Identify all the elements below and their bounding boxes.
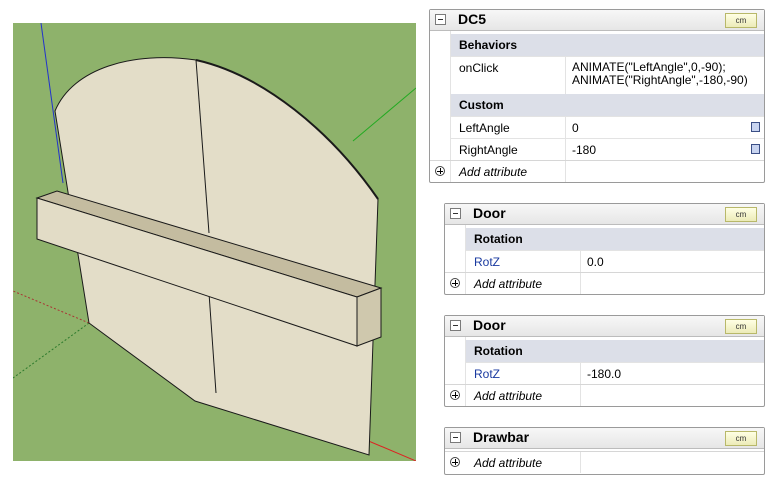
add-attribute-row[interactable]: Add attribute bbox=[445, 384, 764, 406]
add-attribute-label[interactable]: Add attribute bbox=[459, 165, 527, 179]
attribute-row-onclick[interactable]: onClick ANIMATE("LeftAngle",0,-90); ANIM… bbox=[451, 56, 764, 94]
component-title: DC5 bbox=[458, 11, 487, 27]
add-icon[interactable] bbox=[450, 390, 460, 400]
value-text: 0 bbox=[572, 121, 579, 135]
attribute-label: RotZ bbox=[474, 367, 501, 381]
add-attribute-label[interactable]: Add attribute bbox=[474, 277, 542, 291]
dc5-attribute-panel: DC5 cm Behaviors onClick ANIMATE("LeftAn… bbox=[429, 9, 765, 183]
green-axis bbox=[352, 87, 416, 142]
section-rotation: Rotation bbox=[466, 340, 764, 362]
collapse-toggle-icon[interactable] bbox=[435, 14, 446, 25]
collapse-toggle-icon[interactable] bbox=[450, 432, 461, 443]
drawbar-attribute-panel: Drawbar cm Add attribute bbox=[444, 427, 765, 475]
attribute-label: RightAngle bbox=[459, 143, 518, 157]
add-attribute-label[interactable]: Add attribute bbox=[474, 456, 542, 470]
dc5-header: DC5 cm bbox=[430, 10, 764, 31]
attribute-row-leftangle[interactable]: LeftAngle 0 bbox=[451, 116, 764, 138]
units-button[interactable]: cm bbox=[725, 207, 757, 222]
door-attribute-panel: Door cm Rotation RotZ 0.0 Add attribute bbox=[444, 203, 765, 295]
add-icon[interactable] bbox=[450, 457, 460, 467]
value-line: ANIMATE("RightAngle",-180,-90) bbox=[572, 73, 748, 87]
add-attribute-row[interactable]: Add attribute bbox=[445, 451, 764, 473]
column-divider bbox=[565, 161, 566, 182]
attribute-label: RotZ bbox=[474, 255, 501, 269]
collapse-toggle-icon[interactable] bbox=[450, 320, 461, 331]
units-button[interactable]: cm bbox=[725, 431, 757, 446]
component-title: Door bbox=[473, 205, 506, 221]
door-attribute-panel: Door cm Rotation RotZ -180.0 Add attribu… bbox=[444, 315, 765, 407]
green-axis-dotted bbox=[13, 322, 90, 379]
column-divider bbox=[580, 452, 581, 473]
column-divider bbox=[580, 385, 581, 406]
model-viewport[interactable] bbox=[13, 23, 416, 461]
add-attribute-row[interactable]: Add attribute bbox=[430, 160, 764, 182]
section-behaviors: Behaviors bbox=[451, 34, 764, 56]
attribute-label: onClick bbox=[459, 61, 499, 75]
attribute-value[interactable]: -180 bbox=[565, 139, 764, 160]
red-axis-dotted bbox=[13, 290, 90, 324]
attribute-row-rotz[interactable]: RotZ -180.0 bbox=[466, 362, 764, 384]
units-button[interactable]: cm bbox=[725, 319, 757, 334]
door-header: Door cm bbox=[445, 316, 764, 337]
value-text: -180 bbox=[572, 143, 597, 157]
collapse-toggle-icon[interactable] bbox=[450, 208, 461, 219]
drawbar-header: Drawbar cm bbox=[445, 428, 764, 449]
add-attribute-row[interactable]: Add attribute bbox=[445, 272, 764, 294]
attribute-value[interactable]: 0 bbox=[565, 117, 764, 138]
attribute-row-rightangle[interactable]: RightAngle -180 bbox=[451, 138, 764, 160]
section-rotation: Rotation bbox=[466, 228, 764, 250]
add-icon[interactable] bbox=[435, 166, 445, 176]
attribute-value[interactable]: ANIMATE("LeftAngle",0,-90); ANIMATE("Rig… bbox=[565, 57, 764, 94]
add-icon[interactable] bbox=[450, 278, 460, 288]
units-button[interactable]: cm bbox=[725, 13, 757, 28]
door-header: Door cm bbox=[445, 204, 764, 225]
edit-formula-icon[interactable] bbox=[751, 122, 760, 132]
edit-formula-icon[interactable] bbox=[751, 144, 760, 154]
component-title: Door bbox=[473, 317, 506, 333]
drawbar-end bbox=[356, 287, 382, 347]
model-drawing bbox=[13, 23, 416, 461]
attribute-value[interactable]: -180.0 bbox=[580, 363, 764, 384]
column-divider bbox=[580, 273, 581, 294]
attribute-label: LeftAngle bbox=[459, 121, 510, 135]
attribute-value[interactable]: 0.0 bbox=[580, 251, 764, 272]
add-attribute-label[interactable]: Add attribute bbox=[474, 389, 542, 403]
component-title: Drawbar bbox=[473, 429, 530, 445]
attribute-row-rotz[interactable]: RotZ 0.0 bbox=[466, 250, 764, 272]
section-custom: Custom bbox=[451, 94, 764, 116]
